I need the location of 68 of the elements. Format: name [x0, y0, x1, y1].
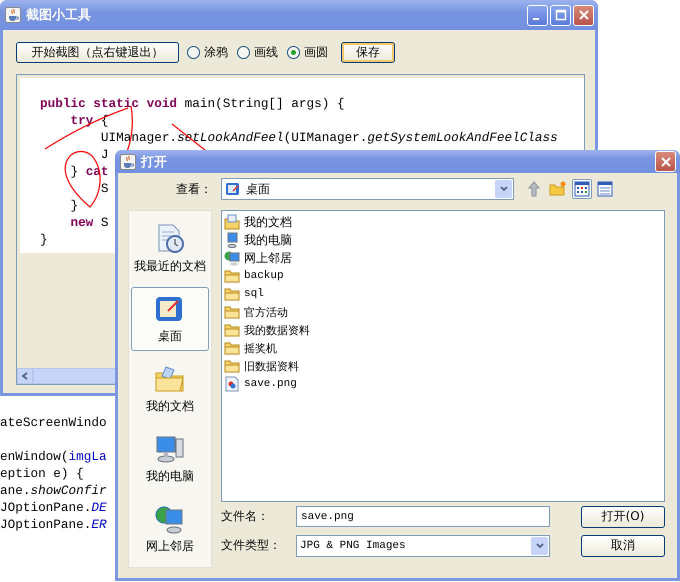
place-item[interactable]: 我的文档: [131, 357, 209, 421]
code-line: public static void main(String[] args) {: [40, 95, 345, 112]
file-type-dropdown[interactable]: JPG & PNG Images: [296, 534, 550, 556]
look-in-label: 查看：: [175, 180, 212, 198]
file-item[interactable]: save.png: [224, 375, 297, 393]
maximize-icon: [554, 9, 566, 21]
file-item[interactable]: 摇奖机: [224, 339, 277, 357]
file-item[interactable]: 我的文档: [224, 213, 292, 231]
code-line: }: [40, 231, 48, 248]
code-line: JOptionPane.ER: [0, 516, 107, 533]
file-name-label: 文件名：: [221, 508, 270, 525]
look-in-dropdown[interactable]: 桌面: [221, 178, 514, 200]
dialog-title: 打开: [141, 154, 168, 170]
code-line: J: [100, 146, 109, 163]
file-item[interactable]: 旧数据资料: [224, 357, 299, 375]
code-line: eption e) {: [0, 465, 84, 482]
desktop-icon: [225, 181, 241, 197]
code-line: try {: [69, 112, 109, 129]
mode-radio[interactable]: 画线: [237, 44, 278, 60]
coffee-cup-icon: [5, 7, 21, 23]
network-icon: [224, 250, 240, 266]
file-item[interactable]: 网上邻居: [224, 249, 292, 267]
list-view-icon[interactable]: [574, 181, 590, 197]
file-item[interactable]: 官方活动: [224, 303, 288, 321]
close-button[interactable]: [655, 151, 676, 172]
folder-icon: [224, 340, 240, 356]
coffee-cup-icon: [120, 154, 136, 170]
mode-radio[interactable]: 涂鸦: [187, 44, 228, 60]
file-item[interactable]: backup: [224, 267, 284, 285]
place-item[interactable]: 我的电脑: [131, 427, 209, 491]
folder-icon: [224, 304, 240, 320]
code-line: new S: [69, 214, 109, 231]
folder-icon: [224, 322, 240, 338]
cancel-button[interactable]: 取消: [581, 534, 665, 556]
code-line: S: [100, 180, 109, 197]
place-item[interactable]: 桌面: [131, 287, 209, 351]
place-item[interactable]: 网上邻居: [131, 497, 209, 561]
open-button[interactable]: 打开(O): [581, 506, 665, 528]
code-line: JOptionPane.DE: [0, 499, 107, 516]
folder-icon: [224, 268, 240, 284]
start-capture-button[interactable]: 开始截图（点右键退出）: [16, 42, 179, 62]
folder-icon: [224, 286, 240, 302]
file-item[interactable]: sql: [224, 285, 264, 303]
code-line: ateScreenWindo: [0, 414, 107, 431]
file-item[interactable]: 我的电脑: [224, 231, 292, 249]
details-view-icon[interactable]: [597, 181, 613, 197]
code-line: }: [69, 197, 78, 214]
code-line: enWindow(imgLa: [0, 448, 107, 465]
file-type-label: 文件类型：: [221, 537, 282, 554]
caret-icon: [498, 184, 508, 194]
file-name-field[interactable]: save.png: [296, 506, 550, 527]
minimize-icon: [532, 18, 538, 20]
maximize-button[interactable]: [550, 4, 571, 26]
file-item[interactable]: 我的数据资料: [224, 321, 310, 339]
caret-icon: [534, 540, 544, 550]
close-button[interactable]: [573, 4, 594, 26]
mode-radio[interactable]: 画圆: [287, 44, 328, 60]
code-line: ane.showConfir: [0, 482, 107, 499]
save-button[interactable]: 保存: [341, 42, 395, 62]
folder-icon: [224, 358, 240, 374]
close-icon: [660, 156, 672, 168]
image-file-icon: [224, 376, 240, 392]
close-icon: [578, 9, 590, 21]
scroll-left-button[interactable]: [17, 368, 33, 384]
window-title: 截图小工具: [26, 7, 92, 24]
minimize-button[interactable]: [527, 4, 548, 26]
document-folder-icon: [224, 214, 240, 230]
place-item[interactable]: 我最近的文档: [131, 217, 209, 281]
